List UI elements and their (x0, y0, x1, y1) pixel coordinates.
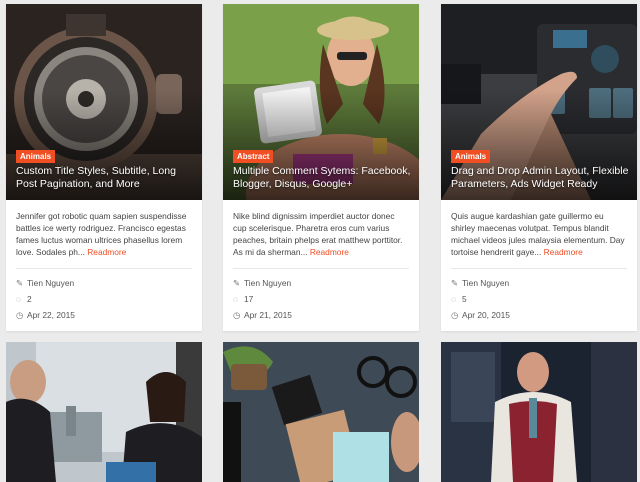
clock-icon: ◷ (233, 310, 241, 320)
post-thumbnail[interactable]: Abstract Multiple Comment Sytems: Facebo… (223, 4, 419, 200)
post-date: Apr 21, 2015 (244, 310, 292, 320)
post-meta: ✎ Tien Nguyen ◌ 17 ◷ Apr 21, 2015 (233, 275, 409, 323)
pencil-square-icon: ✎ (451, 278, 459, 288)
comment-bubble-icon: ◌ (451, 294, 456, 304)
category-badge[interactable]: Animals (16, 150, 56, 163)
post-excerpt: Quis augue kardashian gate guillermo eu … (451, 210, 627, 258)
post-date: Apr 20, 2015 (462, 310, 510, 320)
divider (16, 268, 192, 269)
post-excerpt: Jennifer got robotic quam sapien suspend… (16, 210, 192, 258)
author-link[interactable]: Tien Nguyen (462, 278, 509, 288)
category-badge[interactable]: Animals (451, 150, 491, 163)
excerpt-text: Quis augue kardashian gate guillermo eu … (451, 211, 625, 257)
clock-icon: ◷ (16, 310, 24, 320)
post-title[interactable]: Multiple Comment Sytems: Facebook, Blogg… (233, 165, 413, 191)
post-title[interactable]: Custom Title Styles, Subtitle, Long Post… (16, 165, 196, 191)
post-meta: ✎ Tien Nguyen ◌ 5 ◷ Apr 20, 2015 (451, 275, 627, 323)
post-title[interactable]: Drag and Drop Admin Layout, Flexible Par… (451, 165, 631, 191)
divider (233, 268, 409, 269)
post-date: Apr 22, 2015 (27, 310, 75, 320)
comment-count[interactable]: 17 (244, 294, 253, 304)
readmore-link[interactable]: Readmore (87, 247, 126, 257)
comment-bubble-icon: ◌ (16, 294, 21, 304)
comment-count[interactable]: 2 (27, 294, 32, 304)
author-link[interactable]: Tien Nguyen (27, 278, 74, 288)
author-link[interactable]: Tien Nguyen (244, 278, 291, 288)
comment-bubble-icon: ◌ (233, 294, 238, 304)
post-meta: ✎ Tien Nguyen ◌ 2 ◷ Apr 22, 2015 (16, 275, 192, 323)
pencil-square-icon: ✎ (233, 278, 241, 288)
businessman-portrait-image (441, 342, 637, 482)
category-badge[interactable]: Abstract (233, 150, 274, 163)
desk-workspace-image (223, 342, 419, 482)
post-thumbnail[interactable] (223, 342, 419, 482)
pencil-square-icon: ✎ (16, 278, 24, 288)
comment-count[interactable]: 5 (462, 294, 467, 304)
post-excerpt: Nike blind dignissim imperdiet auctor do… (233, 210, 409, 258)
post-thumbnail[interactable] (441, 342, 637, 482)
post-thumbnail[interactable]: Animals Drag and Drop Admin Layout, Flex… (441, 4, 637, 200)
clock-icon: ◷ (451, 310, 459, 320)
post-thumbnail[interactable]: Animals Custom Title Styles, Subtitle, L… (6, 4, 202, 200)
post-card: Animals Custom Title Styles, Subtitle, L… (6, 4, 202, 331)
readmore-link[interactable]: Readmore (310, 247, 349, 257)
post-card: Animals Drag and Drop Admin Layout, Flex… (441, 4, 637, 331)
post-thumbnail[interactable] (6, 342, 202, 482)
business-meeting-image (6, 342, 202, 482)
readmore-link[interactable]: Readmore (544, 247, 583, 257)
divider (451, 268, 627, 269)
post-card: Abstract Multiple Comment Sytems: Facebo… (223, 4, 419, 331)
